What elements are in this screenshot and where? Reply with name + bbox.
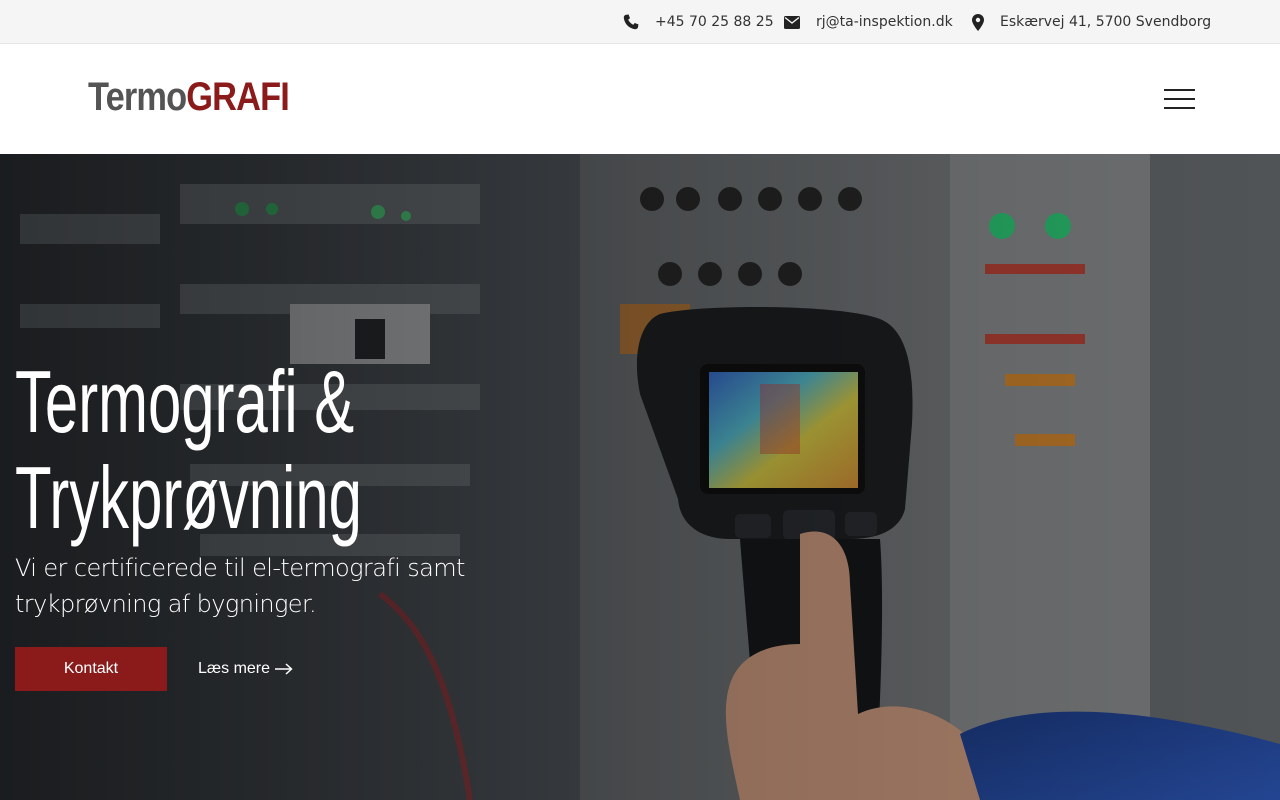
read-more-label: Læs mere bbox=[198, 660, 271, 677]
menu-bar bbox=[1164, 107, 1195, 109]
site-header: Termo GRAFI bbox=[0, 44, 1280, 154]
email-contact[interactable]: rj@ta-inspektion.dk bbox=[784, 0, 953, 44]
hero-title: Termografi & Trykprøvning bbox=[15, 354, 423, 546]
menu-bar bbox=[1164, 89, 1195, 91]
hero-subtitle: Vi er certificerede til el-termografi sa… bbox=[15, 554, 465, 618]
phone-contact[interactable]: +45 70 25 88 25 bbox=[623, 0, 774, 44]
street-address: Eskærvej 41, 5700 Svendborg bbox=[1000, 14, 1212, 30]
read-more-link[interactable]: Læs mere bbox=[198, 647, 293, 691]
address-contact: Eskærvej 41, 5700 Svendborg bbox=[972, 0, 1211, 44]
envelope-icon bbox=[784, 15, 800, 29]
map-marker-icon bbox=[972, 13, 984, 31]
contact-bar: +45 70 25 88 25 rj@ta-inspektion.dk Eskæ… bbox=[0, 0, 1280, 44]
hero-section: Termografi & Trykprøvning Vi er certific… bbox=[0, 154, 1280, 800]
phone-icon bbox=[623, 14, 639, 30]
hero-title-line-2: Trykprøvning bbox=[15, 448, 362, 547]
logo-text-termo: Termo bbox=[88, 75, 187, 119]
hamburger-menu-icon[interactable] bbox=[1164, 89, 1196, 109]
logo-text-grafi: GRAFI bbox=[186, 75, 290, 119]
arrow-right-icon bbox=[275, 663, 293, 675]
hero-title-line-1: Termografi & bbox=[15, 352, 355, 451]
email-address[interactable]: rj@ta-inspektion.dk bbox=[816, 14, 953, 30]
menu-bar bbox=[1164, 98, 1195, 100]
site-logo[interactable]: Termo GRAFI bbox=[88, 74, 290, 120]
phone-number[interactable]: +45 70 25 88 25 bbox=[655, 14, 774, 30]
kontakt-button[interactable]: Kontakt bbox=[15, 647, 167, 691]
